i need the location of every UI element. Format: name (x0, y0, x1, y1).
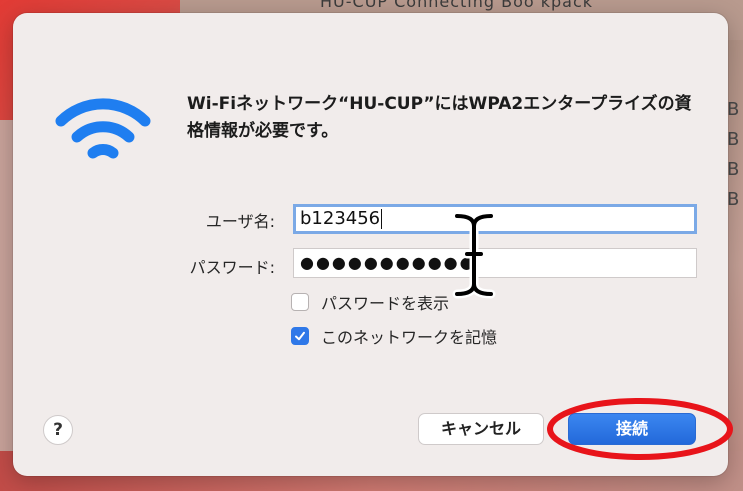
remember-network-option[interactable]: このネットワークを記憶 (291, 324, 497, 348)
show-password-label: パスワードを表示 (321, 294, 450, 313)
text-caret (381, 209, 383, 229)
ibeam-cursor-icon (452, 211, 496, 299)
password-label: パスワード: (189, 258, 275, 277)
background-window-text: HU-CUP Connecting Boo kpack (320, 0, 594, 11)
highlight-annotation-ring (547, 398, 733, 460)
dialog-message: Wi-Fiネットワーク“HU-CUP”にはWPA2エンタープライズの資格情報が必… (187, 94, 692, 141)
show-password-option[interactable]: パスワードを表示 (291, 290, 449, 314)
username-value: b123456 (300, 208, 381, 229)
background-window-text-right: B B B B (727, 99, 740, 210)
remember-network-label: このネットワークを記憶 (321, 328, 498, 347)
remember-network-checkbox[interactable] (291, 327, 309, 345)
show-password-checkbox[interactable] (291, 293, 309, 311)
help-button[interactable]: ? (43, 415, 73, 445)
password-masked-value: ●●●●●●●●●●● (300, 253, 476, 272)
checkmark-icon (295, 331, 305, 341)
username-label: ユーザ名: (205, 212, 275, 231)
wifi-credentials-dialog: Wi-Fiネットワーク“HU-CUP”にはWPA2エンタープライズの資格情報が必… (13, 13, 733, 476)
cancel-button[interactable]: キャンセル (418, 413, 544, 445)
wifi-icon (55, 98, 151, 159)
